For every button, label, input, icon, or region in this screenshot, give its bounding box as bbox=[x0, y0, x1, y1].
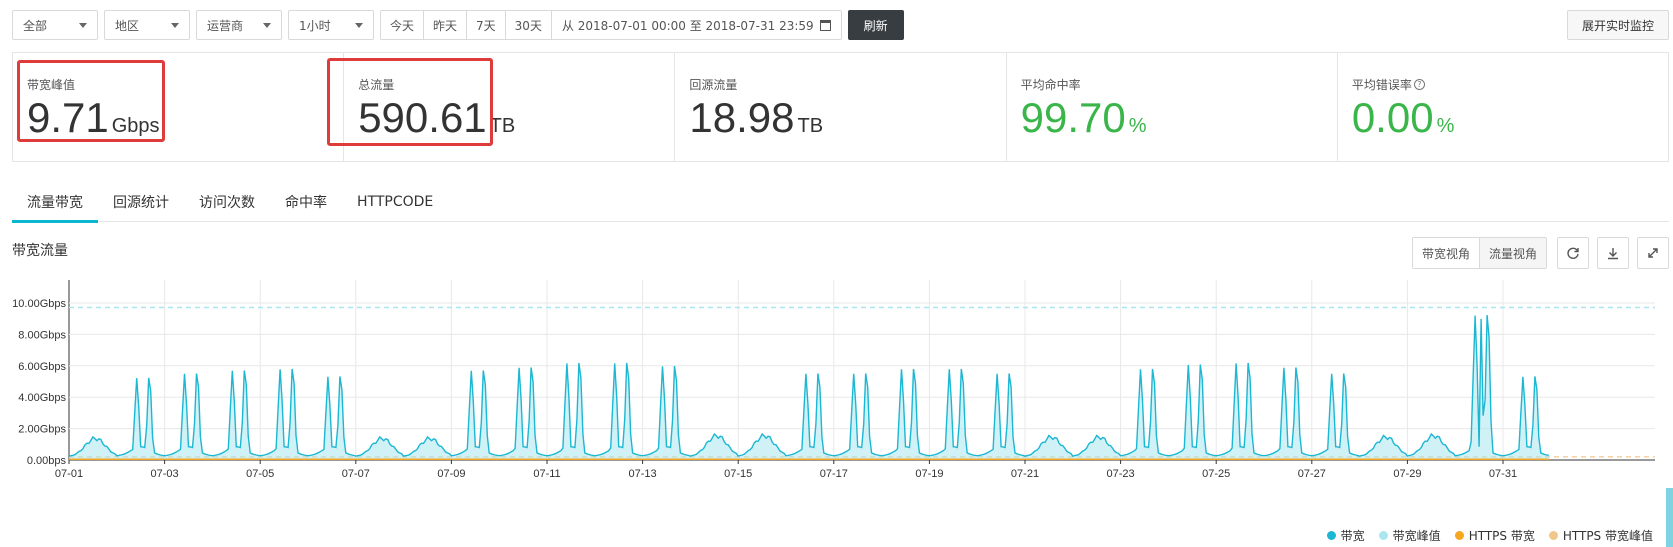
bandwidth-view-button[interactable]: 带宽视角 bbox=[1413, 238, 1481, 268]
stat-bandwidth-peak: 带宽峰值 9.71 Gbps bbox=[13, 53, 345, 161]
side-feedback-tab[interactable] bbox=[1666, 488, 1673, 547]
range-30d-button[interactable]: 30天 bbox=[505, 11, 552, 39]
region-select[interactable]: 地区 bbox=[104, 10, 190, 40]
chart-title: 带宽流量 bbox=[12, 243, 68, 259]
legend-item[interactable]: 带宽峰值 bbox=[1378, 527, 1441, 544]
y-tick-label: 4.00Gbps bbox=[18, 392, 66, 404]
stat-label: 带宽峰值 bbox=[27, 77, 76, 92]
help-icon[interactable]: ? bbox=[1413, 78, 1425, 90]
x-tick-label: 07-27 bbox=[1298, 468, 1326, 480]
legend-item[interactable]: HTTPS 带宽 bbox=[1454, 527, 1535, 544]
tab-origin-stats[interactable]: 回源统计 bbox=[98, 181, 184, 222]
date-range-picker[interactable]: 从 2018-07-01 00:00 至 2018-07-31 23:59 bbox=[551, 11, 841, 39]
x-tick-label: 07-29 bbox=[1393, 468, 1421, 480]
expand-icon bbox=[1648, 248, 1658, 258]
download-icon bbox=[1608, 248, 1618, 260]
x-tick-label: 07-23 bbox=[1107, 468, 1135, 480]
x-tick-label: 07-11 bbox=[533, 468, 560, 480]
chevron-down-icon bbox=[355, 23, 363, 28]
chevron-down-icon bbox=[263, 23, 271, 28]
view-toggle: 带宽视角 流量视角 bbox=[1412, 237, 1548, 269]
legend-label: HTTPS 带宽峰值 bbox=[1562, 529, 1653, 543]
legend-dot bbox=[1378, 531, 1388, 540]
bandwidth-chart: 0.00bps 2.00Gbps 4.00Gbps 6.00Gbps 8.00Gbps 1… bbox=[12, 280, 1655, 480]
y-tick-label: 10.00Gbps bbox=[12, 298, 66, 310]
refresh-chart-button[interactable] bbox=[1557, 237, 1589, 269]
granularity-select-value: 1小时 bbox=[299, 18, 331, 33]
stat-unit: % bbox=[1128, 115, 1147, 137]
chevron-down-icon bbox=[79, 23, 87, 28]
stats-panel: 带宽峰值 9.71 Gbps 总流量 590.61 TB 回源流量 18.98 … bbox=[12, 52, 1669, 162]
y-tick-label: 2.00Gbps bbox=[18, 424, 66, 436]
y-tick-label: 8.00Gbps bbox=[18, 329, 66, 341]
stat-label: 总流量 bbox=[358, 77, 395, 92]
stat-label-row: 平均错误率 ? bbox=[1352, 76, 1654, 92]
x-tick-label: 07-07 bbox=[342, 468, 370, 480]
stat-error-rate: 平均错误率 ? 0.00 % bbox=[1338, 53, 1668, 161]
scope-select[interactable]: 全部 bbox=[12, 10, 98, 40]
legend-label: HTTPS 带宽 bbox=[1468, 529, 1535, 543]
isp-select[interactable]: 运营商 bbox=[196, 10, 282, 40]
legend-label: 带宽 bbox=[1340, 529, 1365, 543]
legend-label: 带宽峰值 bbox=[1392, 529, 1441, 543]
stat-tabs: 流量带宽 回源统计 访问次数 命中率 HTTPCODE bbox=[12, 181, 1669, 223]
stat-value: 18.98 bbox=[689, 94, 795, 141]
chevron-down-icon bbox=[171, 23, 179, 28]
traffic-view-button[interactable]: 流量视角 bbox=[1480, 238, 1547, 268]
x-tick-label: 07-15 bbox=[724, 468, 752, 480]
realtime-monitor-button[interactable]: 展开实时监控 bbox=[1566, 10, 1669, 40]
x-tick-label: 07-21 bbox=[1011, 468, 1039, 480]
stat-hit-rate: 平均命中率 99.70 % bbox=[1007, 53, 1338, 161]
x-tick-label: 07-03 bbox=[151, 468, 179, 480]
date-range-text: 从 2018-07-01 00:00 至 2018-07-31 23:59 bbox=[561, 18, 814, 33]
stat-label: 平均错误率 bbox=[1351, 77, 1412, 92]
download-button[interactable] bbox=[1597, 237, 1629, 269]
stat-unit: TB bbox=[797, 115, 824, 137]
fullscreen-button[interactable] bbox=[1637, 237, 1669, 269]
x-tick-label: 07-01 bbox=[55, 468, 83, 480]
x-tick-label: 07-25 bbox=[1202, 468, 1230, 480]
chart-legend: 带宽 带宽峰值 HTTPS 带宽 HTTPS 带宽峰值 bbox=[1313, 527, 1653, 544]
tab-traffic-bandwidth[interactable]: 流量带宽 bbox=[12, 181, 98, 223]
tab-visits[interactable]: 访问次数 bbox=[184, 181, 270, 222]
stat-value: 99.70 bbox=[1020, 94, 1126, 141]
stat-unit: TB bbox=[489, 115, 516, 137]
refresh-icon bbox=[1567, 247, 1579, 259]
legend-dot bbox=[1548, 531, 1558, 540]
legend-item[interactable]: HTTPS 带宽峰值 bbox=[1548, 527, 1653, 544]
legend-dot bbox=[1326, 531, 1336, 540]
stat-value: 0.00 bbox=[1351, 94, 1434, 141]
tab-hit-rate[interactable]: 命中率 bbox=[270, 181, 342, 222]
calendar-icon bbox=[819, 19, 831, 31]
range-yesterday-button[interactable]: 昨天 bbox=[424, 11, 468, 39]
tab-httpcode[interactable]: HTTPCODE bbox=[342, 181, 448, 222]
stat-label: 平均命中率 bbox=[1020, 77, 1081, 92]
scope-select-value: 全部 bbox=[23, 18, 48, 33]
range-today-button[interactable]: 今天 bbox=[381, 11, 425, 39]
legend-item[interactable]: 带宽 bbox=[1326, 527, 1365, 544]
x-tick-label: 07-13 bbox=[629, 468, 657, 480]
x-tick-label: 07-05 bbox=[246, 468, 274, 480]
granularity-select[interactable]: 1小时 bbox=[288, 10, 374, 40]
stat-total-traffic: 总流量 590.61 TB bbox=[344, 53, 676, 161]
stat-label: 回源流量 bbox=[689, 77, 738, 92]
stat-value: 9.71 bbox=[27, 94, 109, 141]
range-7d-button[interactable]: 7天 bbox=[467, 11, 506, 39]
x-tick-label: 07-31 bbox=[1489, 468, 1517, 480]
x-tick-label: 07-19 bbox=[915, 468, 943, 480]
filter-toolbar: 全部 地区 运营商 1小时 今天 昨天 7天 30天 从 2018-07-01 … bbox=[12, 10, 904, 40]
y-tick-label: 0.00bps bbox=[27, 455, 67, 467]
date-quick-range: 今天 昨天 7天 30天 从 2018-07-01 00:00 至 2018-0… bbox=[380, 10, 842, 40]
y-tick-label: 6.00Gbps bbox=[18, 361, 66, 373]
x-tick-label: 07-09 bbox=[437, 468, 465, 480]
refresh-button[interactable]: 刷新 bbox=[847, 10, 904, 40]
stat-value: 590.61 bbox=[358, 94, 487, 141]
legend-dot bbox=[1454, 531, 1464, 540]
stat-unit: % bbox=[1436, 115, 1455, 137]
stat-unit: Gbps bbox=[111, 115, 160, 137]
x-tick-label: 07-17 bbox=[820, 468, 848, 480]
region-select-value: 地区 bbox=[115, 18, 140, 33]
stat-origin-traffic: 回源流量 18.98 TB bbox=[675, 53, 1007, 161]
isp-select-value: 运营商 bbox=[207, 18, 244, 33]
